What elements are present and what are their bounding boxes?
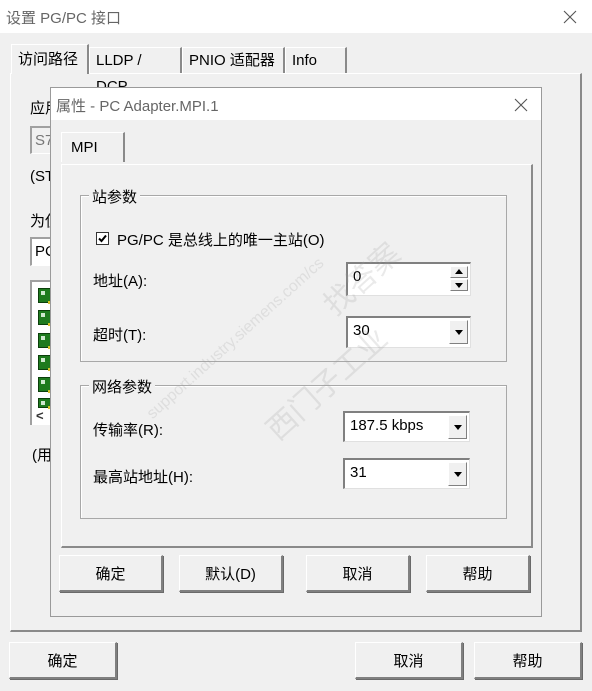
address-spinbox[interactable]: 0 xyxy=(346,262,471,296)
spin-up-button[interactable] xyxy=(450,266,468,278)
tab-info[interactable]: Info xyxy=(285,47,347,73)
tab-pnio-adapter[interactable]: PNIO 适配器 xyxy=(182,47,285,73)
address-value: 0 xyxy=(353,268,362,285)
spin-down-button[interactable] xyxy=(450,279,468,291)
outer-ok-label: 确定 xyxy=(47,652,78,670)
inner-ok-label: 确定 xyxy=(95,565,126,583)
timeout-dropdown[interactable]: 30 xyxy=(346,316,471,348)
checkmark-icon xyxy=(98,234,107,243)
only-master-label: PG/PC 是总线上的唯一主站(O) xyxy=(117,232,325,249)
inner-cancel-button[interactable]: 取消 xyxy=(306,555,410,592)
tab-lldp-dcp[interactable]: LLDP / DCP xyxy=(89,47,182,95)
highest-address-value: 31 xyxy=(350,464,367,481)
outer-cancel-button[interactable]: 取消 xyxy=(355,642,463,679)
only-master-checkbox[interactable] xyxy=(96,232,109,245)
inner-ok-button[interactable]: 确定 xyxy=(59,555,163,592)
usage-note: (用 xyxy=(32,447,52,464)
highest-address-label: 最高站地址(H): xyxy=(93,469,193,486)
highest-address-dropdown-button[interactable] xyxy=(448,462,467,486)
transmission-rate-label: 传输率(R): xyxy=(93,422,163,439)
inner-cancel-label: 取消 xyxy=(342,565,373,583)
inner-close-button[interactable] xyxy=(506,90,536,120)
transmission-rate-dropdown-button[interactable] xyxy=(448,415,467,439)
outer-cancel-label: 取消 xyxy=(393,652,424,670)
timeout-label: 超时(T): xyxy=(93,327,147,344)
arrow-up-icon xyxy=(455,269,463,274)
tab-mpi[interactable]: MPI xyxy=(61,132,125,162)
outer-help-button[interactable]: 帮助 xyxy=(474,642,582,679)
highest-address-dropdown[interactable]: 31 xyxy=(343,458,470,489)
transmission-rate-value: 187.5 kbps xyxy=(350,417,424,434)
inner-help-label: 帮助 xyxy=(462,565,493,583)
network-params-group: 网络参数 传输率(R): 187.5 kbps 最高站地址(H): 31 xyxy=(80,376,507,519)
transmission-rate-dropdown[interactable]: 187.5 kbps xyxy=(343,411,470,442)
outer-ok-button[interactable]: 确定 xyxy=(9,642,117,679)
timeout-value: 30 xyxy=(353,322,370,339)
inner-help-button[interactable]: 帮助 xyxy=(426,555,530,592)
chevron-down-icon xyxy=(453,425,462,430)
station-params-legend: 站参数 xyxy=(89,186,141,207)
chevron-down-icon xyxy=(454,330,463,335)
tab-access-path[interactable]: 访问路径 xyxy=(11,44,89,74)
outer-close-button[interactable] xyxy=(555,2,585,32)
outer-help-label: 帮助 xyxy=(512,652,543,670)
close-icon xyxy=(563,10,577,24)
inner-dialog-title: 属性 - PC Adapter.MPI.1 xyxy=(56,98,219,115)
chevron-down-icon xyxy=(453,472,462,477)
address-label: 地址(A): xyxy=(93,273,148,290)
arrow-down-icon xyxy=(455,283,463,288)
network-params-legend: 网络参数 xyxy=(89,376,156,397)
station-params-group: 站参数 PG/PC 是总线上的唯一主站(O) 地址(A): 0 超时(T): 3… xyxy=(80,186,507,362)
timeout-dropdown-button[interactable] xyxy=(449,320,468,344)
inner-titlebar: 属性 - PC Adapter.MPI.1 xyxy=(51,88,541,120)
default-label: 默认(D) xyxy=(205,565,256,583)
scroll-left-arrow-icon[interactable]: < xyxy=(36,408,44,423)
close-icon xyxy=(514,98,528,112)
default-button[interactable]: 默认(D) xyxy=(179,555,283,592)
outer-window-title: 设置 PG/PC 接口 xyxy=(6,10,122,27)
properties-dialog: 属性 - PC Adapter.MPI.1 MPI 站参数 PG/PC 是总线上… xyxy=(50,87,542,617)
outer-titlebar: 设置 PG/PC 接口 xyxy=(0,0,592,33)
